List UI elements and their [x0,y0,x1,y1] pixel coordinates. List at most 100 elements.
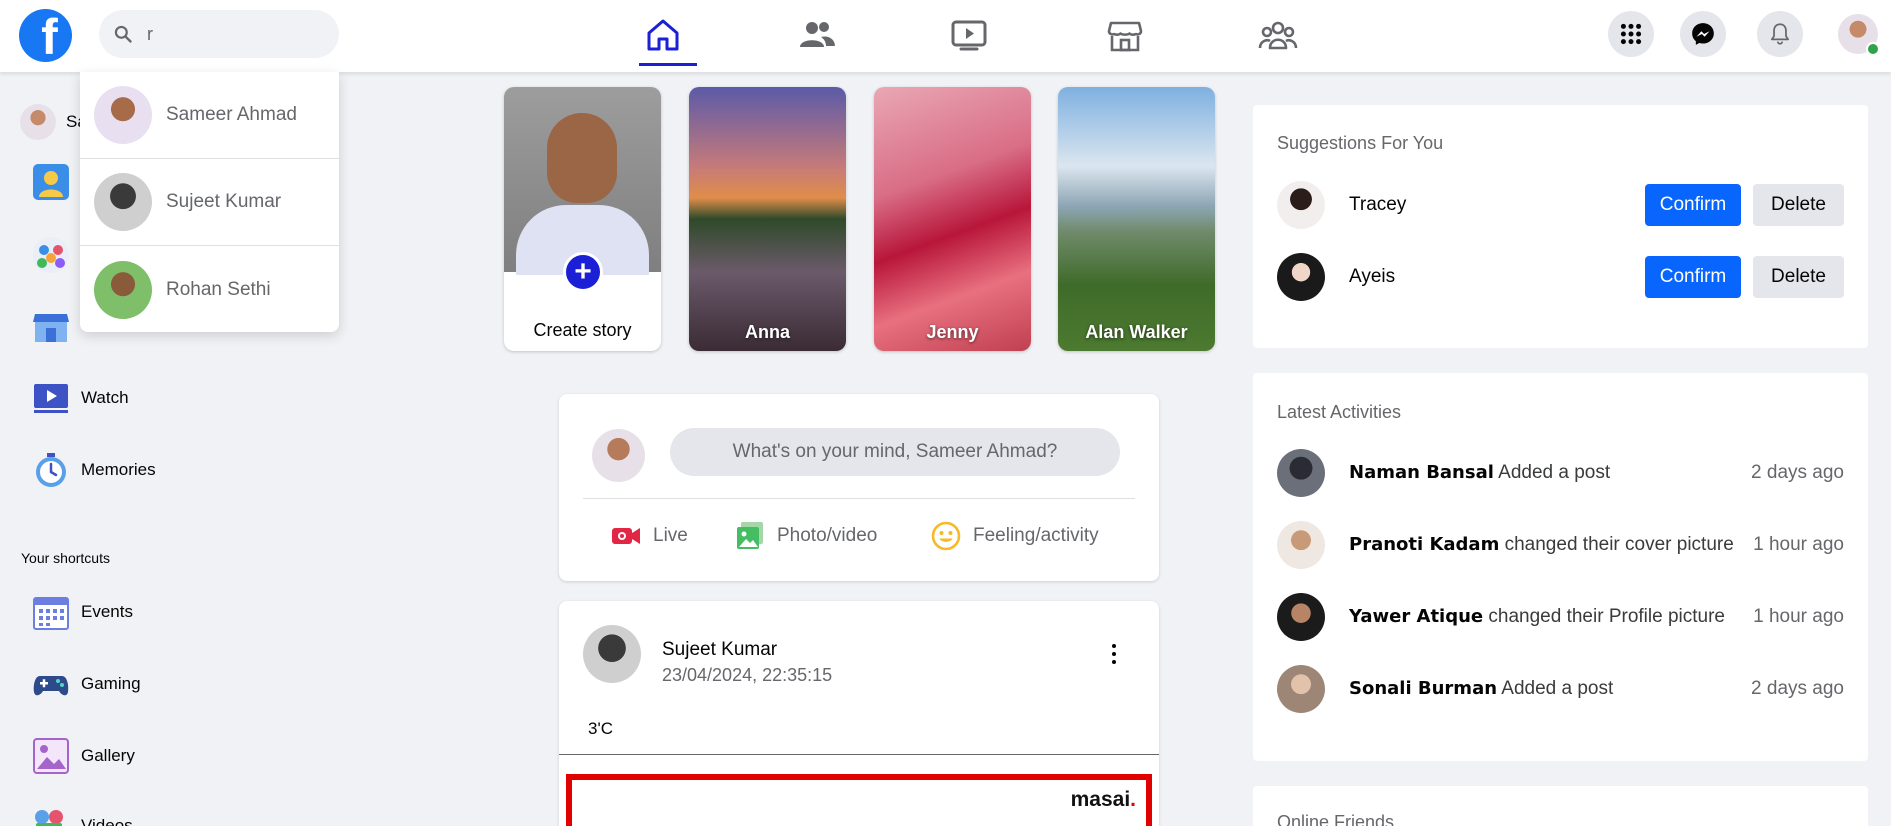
shortcut-events[interactable]: Events [32,590,133,634]
shortcut-gaming[interactable]: Gaming [32,662,141,706]
marketplace-icon [1107,21,1143,52]
avatar[interactable] [583,625,641,683]
photo-video-button[interactable]: Photo/video [735,516,877,556]
nav-home[interactable] [623,8,703,66]
bell-icon [1771,23,1789,45]
add-story-icon[interactable]: + [563,252,603,292]
watch-icon [34,384,68,413]
sidebar-item-label: Watch [81,388,129,407]
gallery-icon [33,738,69,774]
activities-title: Latest Activities [1277,402,1402,422]
delete-button[interactable]: Delete [1753,256,1844,298]
activities-card: Latest Activities Naman Bansal Added a p… [1253,373,1868,761]
feed-post: Sujeet Kumar 23/04/2024, 22:35:15 3'C ma… [559,601,1159,826]
sidebar-item-profile[interactable]: Sa [20,100,87,144]
watch-icon [951,20,987,51]
avatar [94,260,152,319]
notifications-button[interactable] [1757,11,1803,57]
sidebar-item-memories[interactable]: Memories [32,448,156,492]
online-status-dot [1866,42,1880,56]
avatar[interactable] [1277,253,1325,301]
activity-time: 1 hour ago [1753,606,1844,627]
story-card[interactable]: Jenny [874,87,1031,351]
post-author[interactable]: Sujeet Kumar [662,639,777,661]
groups-icon [33,237,69,273]
sidebar-item-friends[interactable] [32,160,81,204]
post-image[interactable]: masai. [566,774,1152,826]
sidebar-item-groups[interactable] [32,233,81,277]
nav-groups[interactable] [1238,8,1318,62]
activity-time: 2 days ago [1751,462,1844,483]
search-result-item[interactable]: Sujeet Kumar [80,159,339,246]
activity-user: Sonali Burman [1349,678,1498,699]
search-results-dropdown: Sameer Ahmad Sujeet Kumar Rohan Sethi [80,72,339,332]
search-result-item[interactable]: Rohan Sethi [80,246,339,333]
live-button[interactable]: Live [611,516,688,556]
divider [583,498,1135,499]
online-friends-title: Online Friends [1277,812,1395,826]
sidebar-item-marketplace[interactable] [32,303,81,347]
suggestion-name[interactable]: Ayeis [1349,266,1645,288]
suggestions-title: Suggestions For You [1277,133,1444,153]
whats-on-your-mind-input[interactable]: What's on your mind, Sameer Ahmad? [670,428,1120,476]
sidebar-item-label: Memories [81,460,156,479]
activity-item[interactable]: Naman Bansal Added a post 2 days ago [1277,449,1844,497]
avatar [94,173,152,231]
story-name: Jenny [926,322,979,342]
create-story-label: Create story [533,320,632,340]
nav-watch[interactable] [929,8,1009,62]
suggestions-card: Suggestions For You Tracey Confirm Delet… [1253,105,1868,348]
story-card[interactable]: Alan Walker [1058,87,1215,351]
friends-icon [33,164,69,200]
avatar[interactable] [1277,181,1325,229]
gamepad-icon [33,676,69,696]
nav-marketplace[interactable] [1085,8,1165,62]
more-options-icon[interactable] [1104,641,1124,667]
confirm-button[interactable]: Confirm [1645,184,1741,226]
online-friends-card: Online Friends [1253,786,1868,826]
avatar [1277,665,1325,713]
friends-icon [800,22,835,47]
messenger-button[interactable] [1680,11,1726,57]
shortcut-videos[interactable]: Videos [32,804,133,826]
menu-grid-icon [1620,23,1642,45]
feeling-label: Feeling/activity [973,525,1099,546]
story-card[interactable]: Anna [689,87,846,351]
shortcut-gallery[interactable]: Gallery [32,734,135,778]
post-timestamp: 23/04/2024, 22:35:15 [662,665,833,685]
suggestion-name[interactable]: Tracey [1349,194,1645,216]
activity-user: Naman Bansal [1349,462,1494,483]
live-video-icon [612,528,640,544]
messenger-icon [1692,23,1714,45]
search-result-name: Rohan Sethi [166,278,271,300]
search-result-item[interactable]: Sameer Ahmad [80,72,339,159]
shortcut-label: Gallery [81,746,135,765]
menu-button[interactable] [1608,11,1654,57]
activity-item[interactable]: Sonali Burman Added a post 2 days ago [1277,665,1844,713]
avatar [1277,593,1325,641]
activity-action: changed their cover picture [1504,534,1734,555]
live-label: Live [653,525,688,546]
story-name: Alan Walker [1085,322,1188,342]
activity-user: Pranoti Kadam [1349,534,1500,555]
search-box[interactable] [99,10,339,58]
masai-logo: masai. [1070,788,1136,811]
activity-item[interactable]: Yawer Atique changed their Profile pictu… [1277,593,1844,641]
sidebar-item-watch[interactable]: Watch [32,376,129,420]
photo-icon [737,522,763,549]
avatar [592,429,645,482]
avatar [94,86,152,144]
groups-icon [1258,21,1298,50]
nav-friends[interactable] [777,8,857,62]
feeling-activity-button[interactable]: Feeling/activity [931,516,1099,556]
facebook-logo[interactable]: f [19,9,72,62]
activity-user: Yawer Atique [1349,606,1484,627]
calendar-icon [33,597,69,630]
delete-button[interactable]: Delete [1753,184,1844,226]
confirm-button[interactable]: Confirm [1645,256,1741,298]
story-name: Anna [745,322,790,342]
search-input[interactable] [147,23,327,45]
suggestion-row: Ayeis Confirm Delete [1277,253,1844,301]
activity-item[interactable]: Pranoti Kadam changed their cover pictur… [1277,521,1844,569]
create-story-card[interactable]: + Create story [504,87,661,351]
